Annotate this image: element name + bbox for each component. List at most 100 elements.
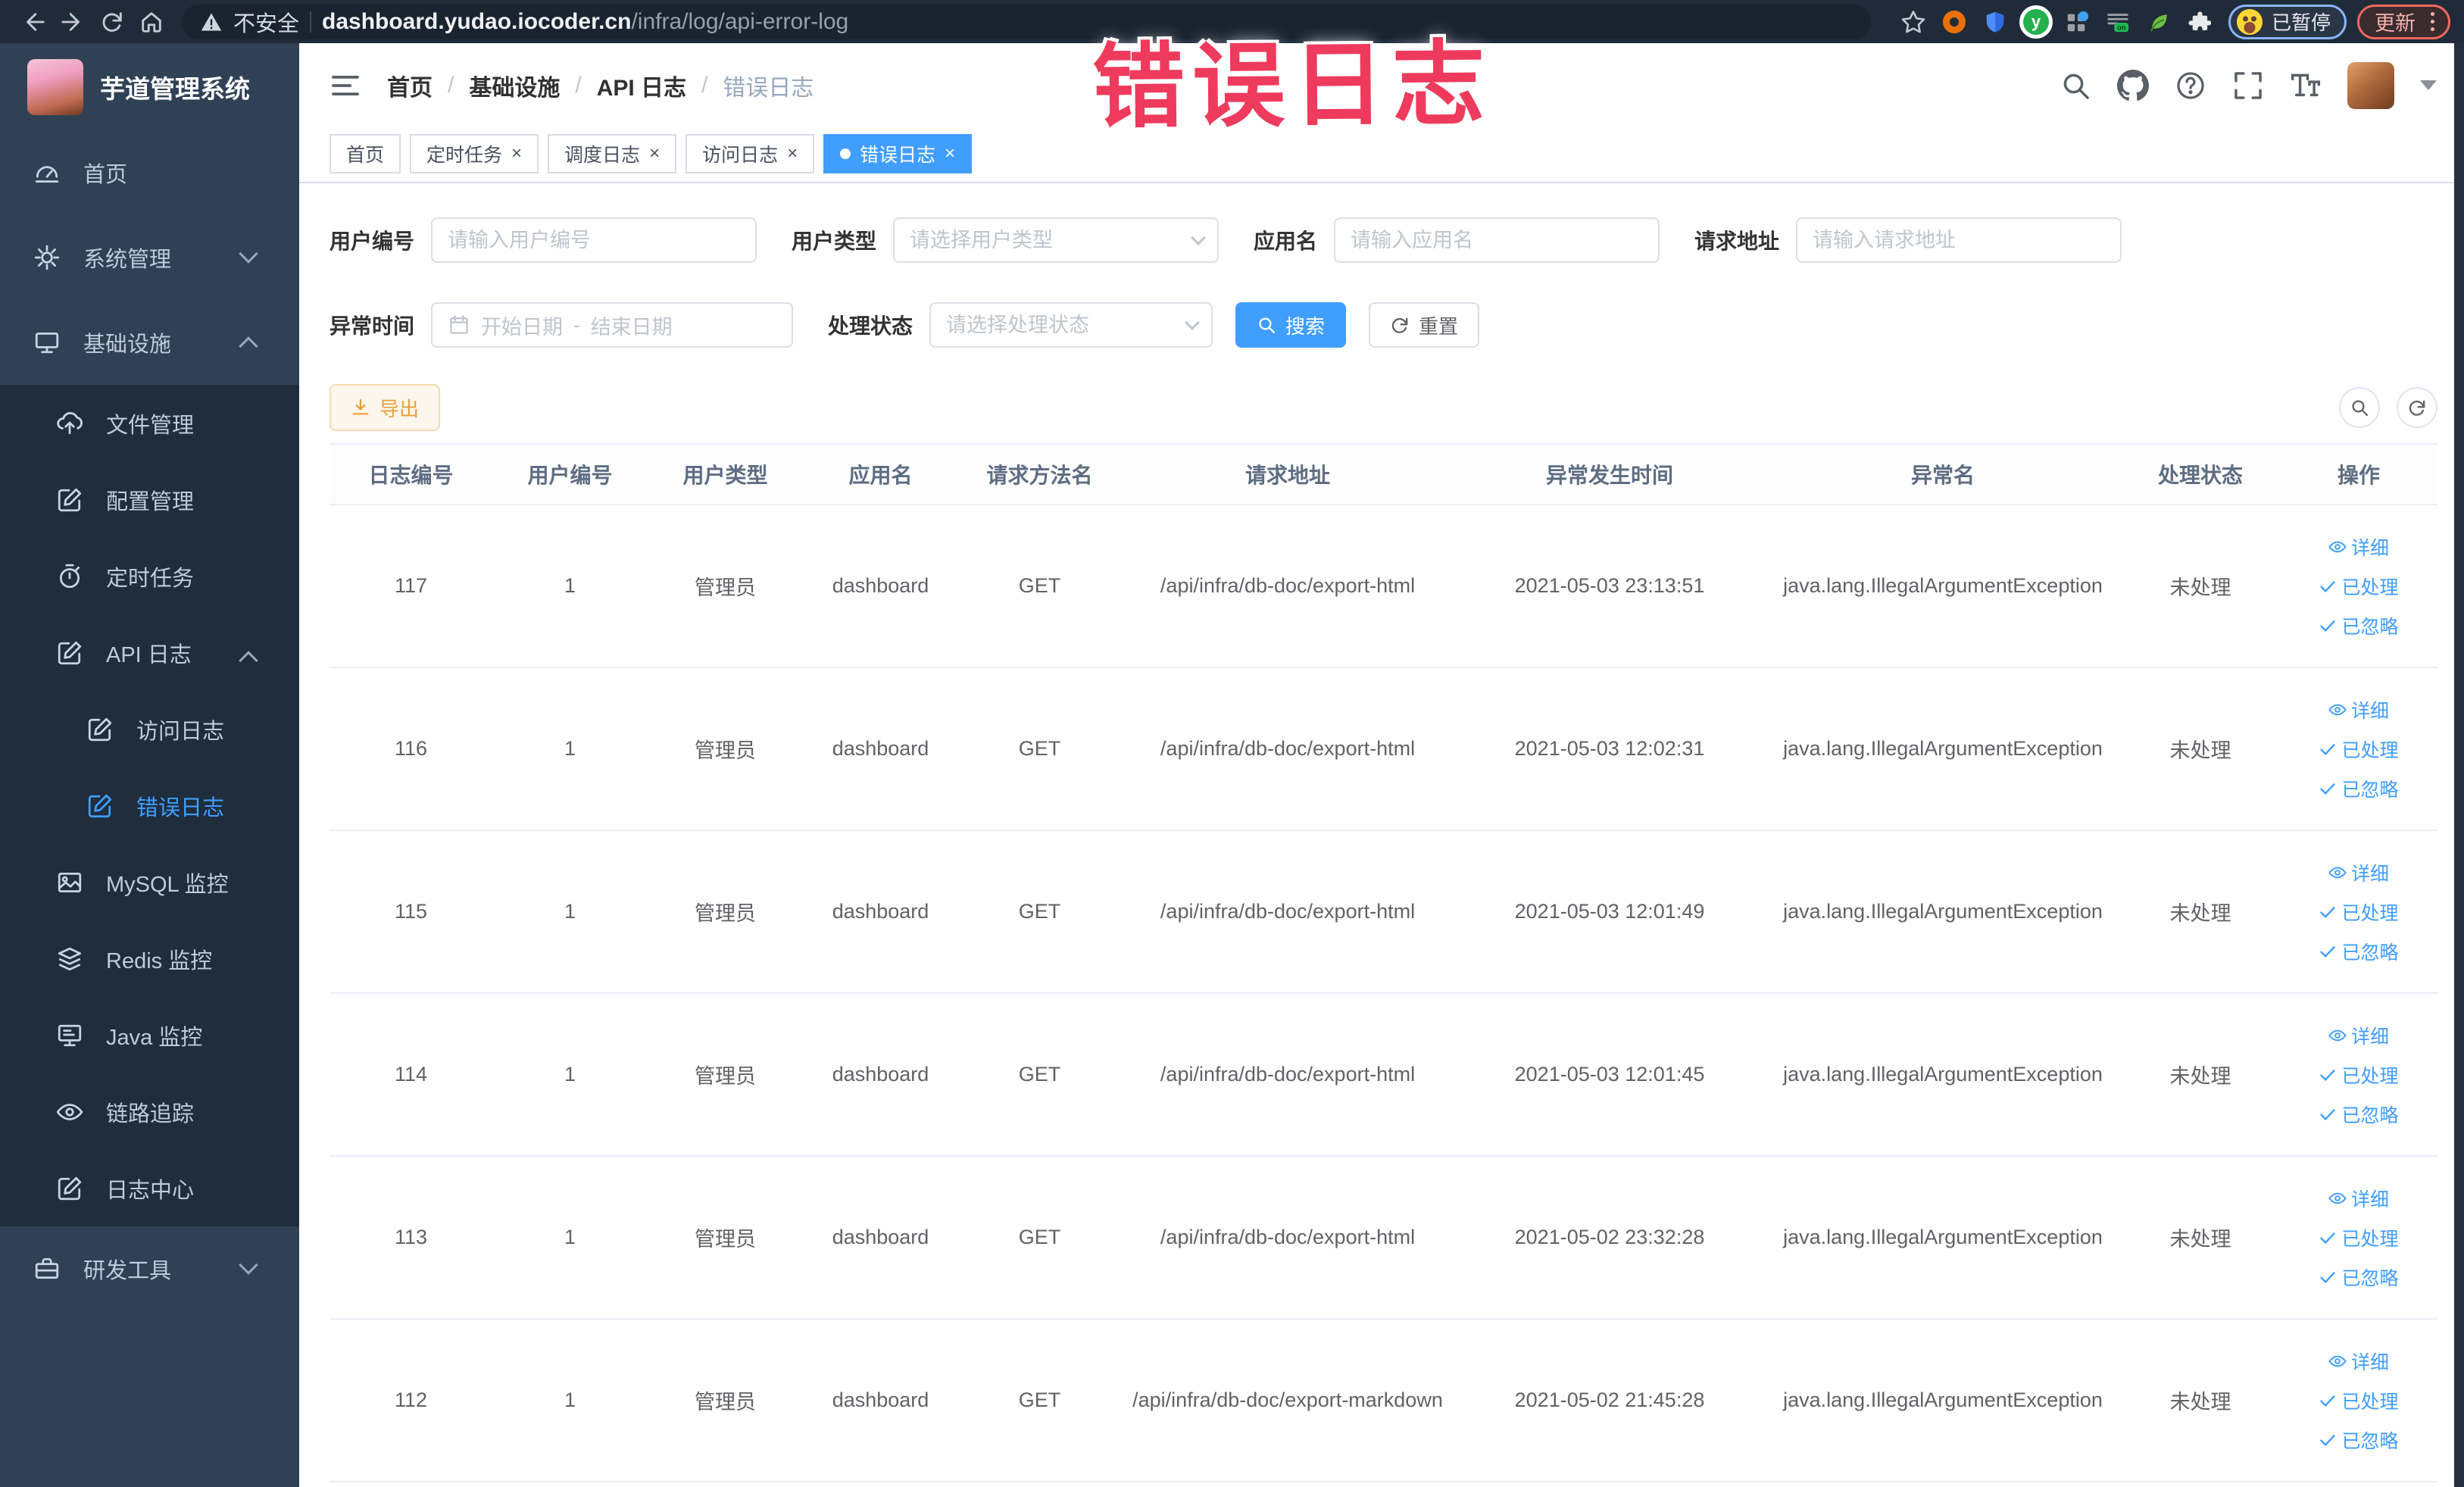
fullscreen-icon[interactable] (2232, 70, 2264, 102)
font-size-icon[interactable] (2290, 70, 2322, 102)
process-status-select[interactable] (929, 302, 1213, 348)
app-logo[interactable]: 芋道管理系统 (0, 43, 299, 130)
mark-processed-link[interactable]: 已处理 (2319, 1224, 2399, 1251)
user-type-select[interactable] (893, 217, 1220, 263)
detail-link[interactable]: 详细 (2328, 859, 2389, 886)
mark-ignored-link-label: 已忽略 (2341, 616, 2399, 638)
mark-ignored-link[interactable]: 已忽略 (2319, 1101, 2399, 1128)
user-id-input[interactable] (448, 228, 741, 252)
bookmark-star-icon[interactable] (1895, 4, 1932, 40)
sidebar-item-home[interactable]: 首页 (0, 130, 299, 215)
detail-link[interactable]: 详细 (2328, 1185, 2389, 1212)
sidebar-item-label: 定时任务 (106, 566, 195, 591)
mark-ignored-link[interactable]: 已忽略 (2319, 1264, 2399, 1291)
tab-access-log[interactable]: 访问日志 × (685, 134, 815, 173)
avatar-caret-icon[interactable] (2420, 80, 2437, 90)
sidebar-item-log-center[interactable]: 日志中心 (0, 1150, 299, 1226)
browser-reload-icon[interactable] (92, 5, 132, 39)
sidebar-item-system[interactable]: 系统管理 (0, 215, 299, 300)
sidebar-item-config-manage[interactable]: 配置管理 (0, 461, 299, 538)
page-scrollbar[interactable] (2454, 43, 2464, 1487)
close-icon[interactable]: × (787, 145, 798, 163)
user-type-select-input[interactable] (910, 228, 1203, 252)
sidebar-toggle-icon[interactable] (329, 70, 361, 102)
sidebar-item-file-manage[interactable]: 文件管理 (0, 385, 299, 461)
security-warning-icon[interactable] (200, 11, 223, 33)
detail-link[interactable]: 详细 (2328, 533, 2389, 561)
browser-menu-icon[interactable] (2425, 12, 2441, 31)
close-icon[interactable]: × (945, 145, 955, 163)
calendar-icon (448, 314, 470, 336)
sidebar-item-error-log[interactable]: 错误日志 (0, 767, 299, 844)
detail-link[interactable]: 详细 (2328, 1348, 2389, 1375)
tab-home[interactable]: 首页 (329, 134, 401, 173)
extension-orange-icon[interactable] (1936, 4, 1972, 40)
extension-leaf-icon[interactable] (2141, 4, 2177, 40)
browser-forward-icon[interactable] (53, 5, 92, 39)
extension-grid-icon[interactable] (2059, 4, 2095, 40)
mark-processed-link[interactable]: 已处理 (2319, 1387, 2399, 1414)
sidebar-item-redis-monitor[interactable]: Redis 监控 (0, 920, 299, 997)
filter-label: 用户类型 (792, 230, 877, 253)
sidebar-item-dev-tools[interactable]: 研发工具 (0, 1226, 299, 1311)
detail-link[interactable]: 详细 (2328, 1022, 2389, 1049)
mark-processed-link[interactable]: 已处理 (2319, 573, 2399, 600)
help-icon[interactable] (2175, 70, 2206, 102)
user-avatar[interactable] (2347, 61, 2394, 109)
url-text[interactable]: dashboard.yudao.iocoder.cn/infra/log/api… (322, 9, 848, 35)
tab-error-log[interactable]: 错误日志 × (823, 134, 973, 173)
github-icon[interactable] (2117, 69, 2149, 102)
image-icon (56, 869, 83, 896)
extension-shield-icon[interactable] (1977, 4, 2013, 40)
breadcrumb-current: 错误日志 (723, 75, 814, 101)
browser-home-icon[interactable] (132, 5, 171, 39)
detail-link[interactable]: 详细 (2328, 696, 2389, 723)
mark-ignored-link[interactable]: 已忽略 (2319, 938, 2399, 965)
method-cell: GET (958, 830, 1121, 994)
mark-processed-link[interactable]: 已处理 (2319, 736, 2399, 763)
process-status-select-input[interactable] (946, 313, 1197, 337)
extensions-puzzle-icon[interactable] (2181, 4, 2218, 40)
sidebar-item-api-log[interactable]: API 日志 (0, 614, 299, 691)
profile-paused-chip[interactable]: 已暂停 (2228, 4, 2347, 39)
time-cell: 2021-05-02 21:45:28 (1454, 1319, 1765, 1482)
sidebar-item-mysql-monitor[interactable]: MySQL 监控 (0, 844, 299, 920)
app-name-input[interactable] (1351, 228, 1644, 252)
address-separator (310, 11, 312, 33)
mark-ignored-link[interactable]: 已忽略 (2319, 1426, 2399, 1454)
breadcrumb-item[interactable]: 首页 (387, 69, 433, 102)
update-chip[interactable]: 更新 (2357, 4, 2450, 39)
export-button[interactable]: 导出 (329, 384, 441, 431)
mark-processed-link[interactable]: 已处理 (2319, 898, 2399, 926)
extension-green-y-icon[interactable]: y (2018, 4, 2054, 40)
table-row: 116 1 管理员 dashboard GET/api/infra/db-doc/exp… (329, 667, 2437, 831)
browser-back-icon[interactable] (14, 5, 53, 39)
reset-button[interactable]: 重置 (1369, 302, 1480, 348)
breadcrumb-item[interactable]: API 日志 (597, 69, 686, 102)
extension-on-badge-icon[interactable]: on (2100, 4, 2136, 40)
sidebar-item-access-log[interactable]: 访问日志 (0, 691, 299, 767)
search-button[interactable]: 搜索 (1235, 302, 1347, 348)
sidebar-item-tracing[interactable]: 链路追踪 (0, 1073, 299, 1150)
close-icon[interactable]: × (511, 145, 522, 163)
mark-ignored-link[interactable]: 已忽略 (2319, 775, 2399, 802)
tab-schedule-log[interactable]: 调度日志 × (548, 134, 677, 173)
sidebar-item-java-monitor[interactable]: Java 监控 (0, 997, 299, 1073)
sidebar-item-cron-job[interactable]: 定时任务 (0, 538, 299, 614)
request-url-input[interactable] (1813, 228, 2106, 252)
mark-ignored-link[interactable]: 已忽略 (2319, 612, 2399, 639)
search-icon[interactable] (2060, 70, 2091, 102)
exception-time-range-picker[interactable]: 开始日期 - 结束日期 (431, 302, 794, 348)
status-cell: 未处理 (2121, 505, 2280, 668)
request-url-cell: /api/infra/db-doc/export-html (1121, 1156, 1454, 1320)
breadcrumb-item[interactable]: 基础设施 (469, 69, 560, 102)
close-icon[interactable]: × (649, 145, 660, 163)
address-bar[interactable]: 不安全 dashboard.yudao.iocoder.cn/infra/log… (182, 4, 1871, 39)
security-label[interactable]: 不安全 (233, 6, 299, 38)
toggle-search-button[interactable] (2339, 387, 2380, 428)
sidebar-item-infra[interactable]: 基础设施 (0, 300, 299, 385)
tab-cron-job[interactable]: 定时任务 × (410, 134, 539, 173)
refresh-button[interactable] (2397, 387, 2437, 428)
monitor-lines-icon (56, 1022, 83, 1049)
mark-processed-link[interactable]: 已处理 (2319, 1061, 2399, 1089)
